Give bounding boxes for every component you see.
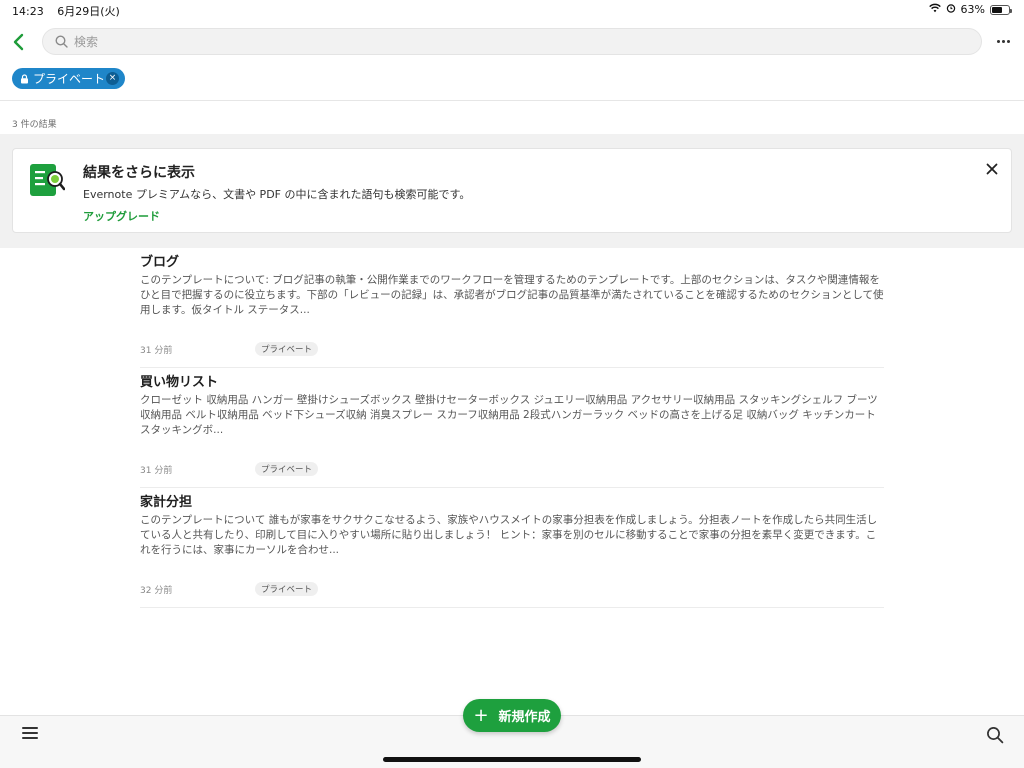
new-note-label: 新規作成 bbox=[498, 710, 551, 725]
note-notebook-tag: プライベート bbox=[255, 342, 319, 356]
note-meta: 31 分前 プライベート bbox=[140, 342, 319, 356]
battery-level bbox=[992, 6, 1003, 13]
status-time: 14:23 bbox=[12, 5, 44, 18]
note-item[interactable]: 買い物リスト クローゼット 収納用品 ハンガー 壁掛けシューズボックス 壁掛けセ… bbox=[140, 375, 884, 488]
new-note-button[interactable]: + 新規作成 bbox=[463, 699, 561, 732]
note-updated-time: 32 分前 bbox=[140, 585, 173, 596]
status-right: 63% bbox=[928, 3, 1012, 16]
wifi-icon bbox=[928, 3, 941, 16]
note-item[interactable]: ブログ このテンプレートについて: ブログ記事の執筆・公開作業までのワークフロー… bbox=[140, 255, 884, 368]
note-meta: 31 分前 プライベート bbox=[140, 462, 319, 476]
note-snippet: このテンプレートについて 誰もが家事をサクサクこなせるよう、家族やハウスメイトの… bbox=[140, 514, 878, 556]
upsell-title: 結果をさらに表示 bbox=[83, 165, 195, 181]
bottom-search-button[interactable] bbox=[986, 726, 1004, 744]
search-icon bbox=[55, 35, 68, 48]
note-item[interactable]: 家計分担 このテンプレートについて 誰もが家事をサクサクこなせるよう、家族やハウ… bbox=[140, 495, 884, 608]
note-title: 家計分担 bbox=[140, 495, 193, 510]
filter-chip-notebook[interactable]: プライベート × bbox=[12, 68, 125, 89]
result-count: 3 件の結果 bbox=[12, 120, 57, 130]
menu-icon bbox=[22, 727, 38, 739]
search-bar[interactable] bbox=[42, 28, 982, 55]
battery-percent: 63% bbox=[960, 3, 985, 16]
note-meta: 32 分前 プライベート bbox=[140, 582, 319, 596]
more-options-button[interactable] bbox=[992, 34, 1014, 48]
plus-icon: + bbox=[473, 704, 489, 726]
alarm-icon bbox=[946, 3, 956, 16]
close-icon bbox=[986, 163, 998, 175]
premium-search-icon bbox=[29, 163, 66, 201]
note-notebook-tag: プライベート bbox=[255, 462, 319, 476]
note-snippet: このテンプレートについて: ブログ記事の執筆・公開作業までのワークフローを管理す… bbox=[140, 274, 884, 316]
header-divider bbox=[0, 100, 1024, 101]
upsell-close-button[interactable] bbox=[985, 161, 999, 175]
note-title: ブログ bbox=[140, 255, 180, 270]
upsell-description: Evernote プレミアムなら、文書や PDF の中に含まれた語句も検索可能で… bbox=[83, 188, 471, 201]
back-chevron-icon bbox=[13, 33, 24, 51]
status-bar: 14:23 6月29日(火) 63% bbox=[0, 0, 1024, 20]
note-title: 買い物リスト bbox=[140, 375, 219, 390]
battery-icon bbox=[990, 4, 1012, 15]
back-button[interactable] bbox=[8, 30, 28, 54]
more-icon bbox=[996, 39, 1010, 43]
note-updated-time: 31 分前 bbox=[140, 465, 173, 476]
home-indicator[interactable] bbox=[383, 757, 641, 762]
status-date: 6月29日(火) bbox=[57, 5, 120, 18]
search-icon bbox=[987, 727, 1004, 744]
note-snippet: クローゼット 収納用品 ハンガー 壁掛けシューズボックス 壁掛けセーターボックス… bbox=[140, 394, 878, 436]
filter-chip-remove-button[interactable]: × bbox=[106, 72, 119, 85]
menu-button[interactable] bbox=[22, 727, 38, 741]
search-input[interactable] bbox=[74, 34, 954, 49]
lock-icon bbox=[20, 73, 29, 84]
upsell-card: 結果をさらに表示 Evernote プレミアムなら、文書や PDF の中に含まれ… bbox=[12, 148, 1012, 233]
note-updated-time: 31 分前 bbox=[140, 345, 173, 356]
status-left: 14:23 6月29日(火) bbox=[12, 3, 130, 19]
note-notebook-tag: プライベート bbox=[255, 582, 319, 596]
upgrade-link[interactable]: アップグレード bbox=[83, 208, 160, 224]
filter-chip-label: プライベート bbox=[33, 72, 106, 86]
